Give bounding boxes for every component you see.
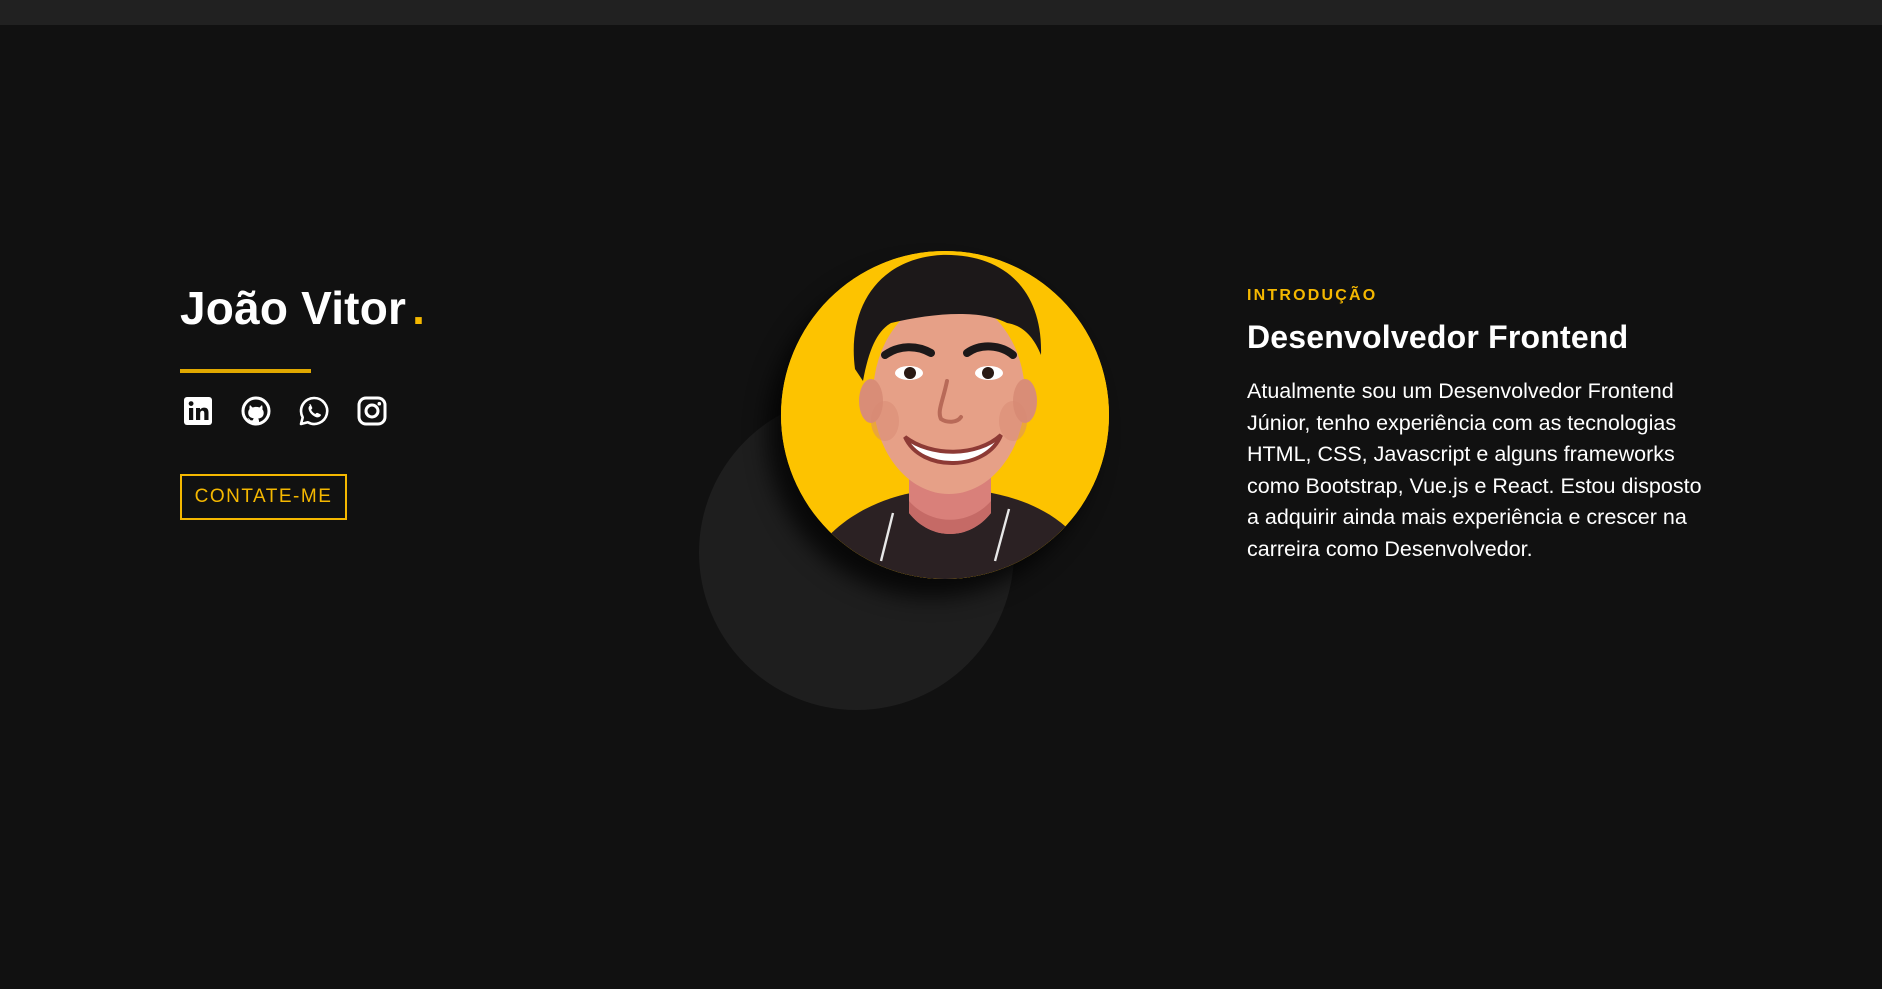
contact-button[interactable]: CONTATE-ME xyxy=(180,474,347,520)
instagram-link[interactable] xyxy=(354,393,390,429)
intro-eyebrow-label: INTRODUÇÃO xyxy=(1247,287,1378,304)
job-title: Desenvolvedor Frontend xyxy=(1247,319,1629,355)
title-underline xyxy=(180,369,311,373)
social-links xyxy=(180,393,390,429)
whatsapp-icon xyxy=(297,394,331,428)
instagram-icon xyxy=(355,394,389,428)
page-title: João Vitor. xyxy=(180,280,425,336)
github-icon xyxy=(239,394,273,428)
name-accent-dot: . xyxy=(412,282,426,334)
name-text: João Vitor xyxy=(180,282,407,334)
linkedin-link[interactable] xyxy=(180,393,216,429)
top-bar xyxy=(0,0,1882,25)
bio-paragraph: Atualmente sou um Desenvolvedor Frontend… xyxy=(1247,379,1702,561)
profile-portrait-illustration xyxy=(781,251,1109,579)
whatsapp-link[interactable] xyxy=(296,393,332,429)
profile-avatar xyxy=(781,251,1109,579)
github-link[interactable] xyxy=(238,393,274,429)
linkedin-icon xyxy=(181,394,215,428)
